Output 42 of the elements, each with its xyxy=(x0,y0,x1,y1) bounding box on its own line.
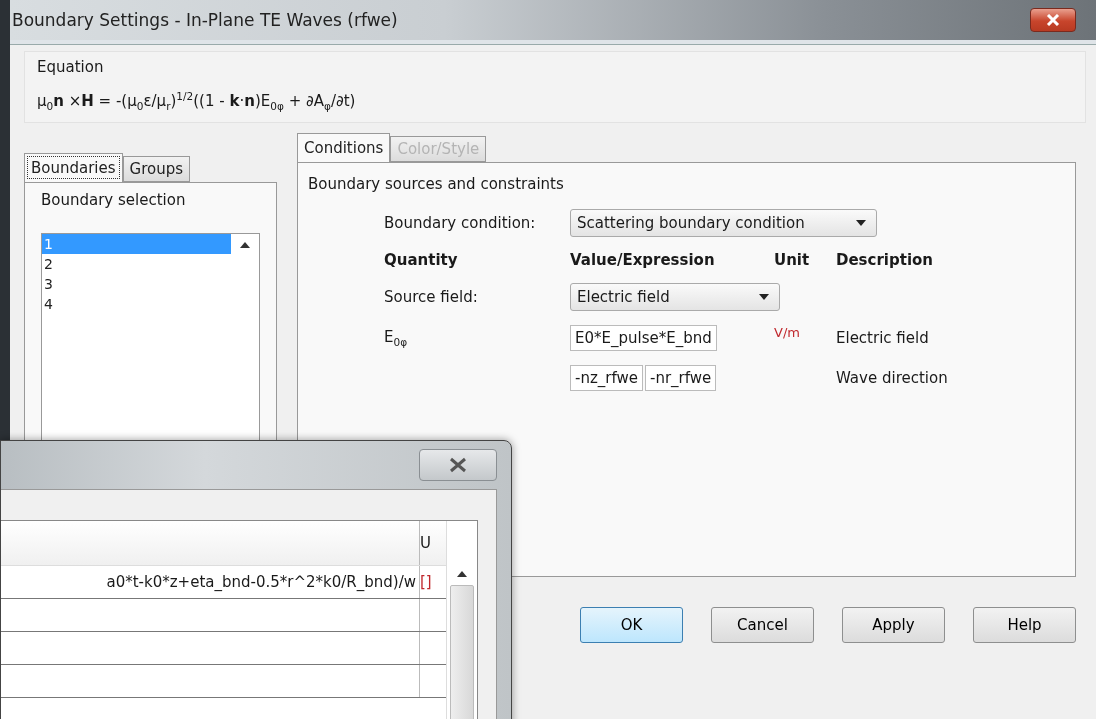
description-text: Wave direction xyxy=(836,369,949,387)
close-icon xyxy=(448,457,468,473)
dialog-button[interactable]: Help xyxy=(973,607,1076,643)
list-item[interactable]: 2 xyxy=(42,254,231,274)
scroll-up-icon[interactable] xyxy=(457,571,467,577)
close-button[interactable] xyxy=(1030,8,1076,32)
list-item[interactable]: 4 xyxy=(42,294,231,314)
scrollbar-thumb[interactable] xyxy=(450,585,474,719)
equation-formula: μ$_{0}$n ×H = -(μ$_{0}$ε/μ$_{r}$)$^{1/2}$((1 - k·n)E$_{0φ}$ + ∂A$_{φ}$/∂t) xyxy=(37,90,357,112)
column-header: Quantity xyxy=(384,251,459,269)
source-field-dropdown[interactable]: Electric field xyxy=(570,283,780,311)
column-header: Description xyxy=(836,251,935,269)
quantity-label: Source field: xyxy=(384,288,479,306)
value-field[interactable]: -nz_rfwe xyxy=(570,365,643,391)
quantity-label: E$_{0φ}$ xyxy=(384,328,409,348)
boundary-condition-dropdown[interactable]: Scattering boundary condition xyxy=(570,209,877,237)
dialog-button[interactable]: Apply xyxy=(842,607,945,643)
column-header: Value/Expression xyxy=(570,251,716,269)
dialog-button[interactable]: OK xyxy=(580,607,683,643)
unit-text: [] xyxy=(420,573,432,591)
caret-icon xyxy=(759,294,769,300)
equation-label: Equation xyxy=(37,58,105,76)
list-item[interactable]: 3 xyxy=(42,274,231,294)
window-title: Boundary Settings - In-Plane TE Waves (rfwe) xyxy=(12,10,398,30)
group-label: Boundary selection xyxy=(41,191,187,209)
table-cell: a0*t-k0*z+eta_bnd-0.5*r^2*k0/R_bnd)/w xyxy=(106,573,416,591)
tab[interactable]: Groups xyxy=(122,156,191,182)
caret-icon xyxy=(856,220,866,226)
unit-label: V/m xyxy=(774,325,801,340)
close-icon xyxy=(1046,14,1060,26)
tab[interactable]: Conditions xyxy=(297,133,391,162)
scroll-up-icon[interactable] xyxy=(240,242,250,248)
column-header: U xyxy=(420,534,431,552)
column-header: Unit xyxy=(774,251,811,269)
value-field[interactable]: E0*E_pulse*E_bnd xyxy=(570,325,717,351)
value-field[interactable]: -nr_rfwe xyxy=(645,365,717,391)
description-text: Electric field xyxy=(836,329,930,347)
group-label: Boundary sources and constraints xyxy=(308,175,564,193)
field-label: Boundary condition: xyxy=(384,214,537,232)
close-button[interactable] xyxy=(419,449,497,481)
dialog-button[interactable]: Cancel xyxy=(711,607,814,643)
tab[interactable]: Boundaries xyxy=(24,153,123,182)
